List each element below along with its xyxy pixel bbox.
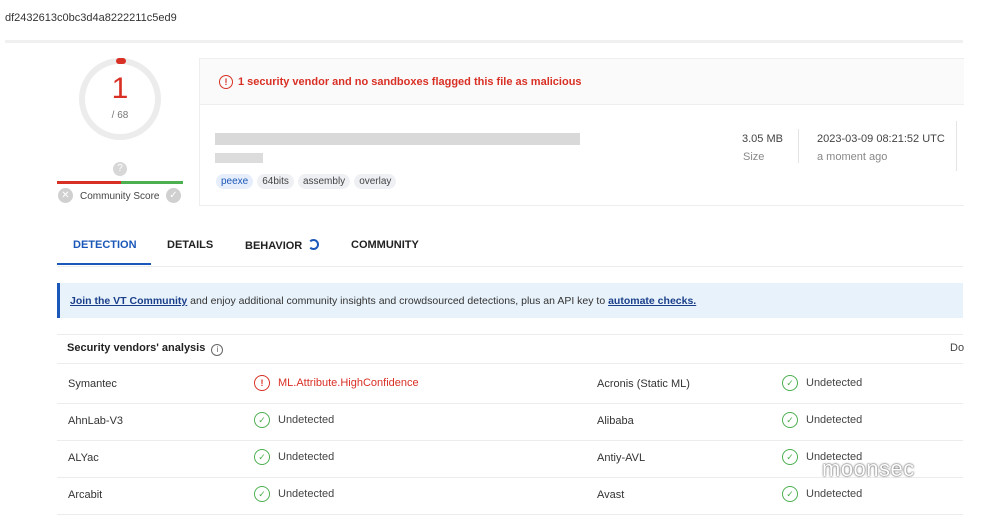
vendors-table-title: Security vendors' analysis i [67, 342, 224, 356]
community-score-icon: ? [113, 162, 127, 176]
table-row: Arcabit ✓ Undetected Avast ✓ Undetected [57, 477, 963, 515]
file-tags: peexe 64bits assembly overlay [216, 174, 397, 189]
check-icon: ✓ [254, 486, 270, 502]
divider [956, 121, 957, 171]
check-icon: ✓ [782, 412, 798, 428]
watermark: moonsec [822, 456, 915, 481]
redacted-file-name [215, 133, 580, 145]
detection-count: 1 [111, 72, 129, 105]
vendor-name: Avast [597, 489, 625, 501]
table-row: Symantec ! ML.Attribute.HighConfidence Ac… [57, 366, 963, 404]
check-icon: ✓ [254, 412, 270, 428]
vendor-result-label: Undetected [806, 488, 863, 500]
vendor-result: ! ML.Attribute.HighConfidence [254, 375, 419, 391]
tag-overlay[interactable]: overlay [354, 174, 397, 189]
tag-assembly[interactable]: assembly [297, 174, 351, 189]
header-divider [5, 40, 963, 43]
file-hash: df2432613c0bc3d4a8222211c5ed9 [5, 12, 177, 24]
report-tabs: DETECTION DETAILS BEHAVIOR COMMUNITY [57, 230, 963, 267]
vendor-result: ✓ Undetected [254, 412, 334, 428]
file-size-label: Size [743, 151, 765, 163]
vendor-result: ✓ Undetected [254, 449, 334, 465]
community-score-label: Community Score [80, 191, 160, 202]
vendor-name: Symantec [68, 378, 117, 390]
vendor-name: Arcabit [68, 489, 103, 501]
tab-community[interactable]: COMMUNITY [351, 239, 419, 251]
community-banner: Join the VT Community and enjoy addition… [57, 283, 963, 318]
divider [798, 129, 799, 163]
file-summary-card: ! 1 security vendor and no sandboxes fla… [199, 58, 964, 206]
check-icon: ✓ [782, 449, 798, 465]
vendors-table-title-text: Security vendors' analysis [67, 342, 206, 354]
vendor-name: ALYac [68, 452, 99, 464]
vote-harmless-button[interactable]: ✓ [166, 188, 181, 203]
vendor-result-label: Undetected [278, 488, 335, 500]
community-score-bar [57, 181, 183, 184]
vendor-result: ✓ Undetected [782, 486, 862, 502]
tag-peexe[interactable]: peexe [216, 174, 254, 189]
info-icon[interactable]: i [211, 344, 224, 356]
redacted-file-name-line2 [215, 153, 263, 163]
vendor-name: AhnLab-V3 [68, 415, 124, 427]
analysis-date-relative: a moment ago [817, 151, 888, 163]
banner-body-text: and enjoy additional community insights … [187, 295, 609, 307]
tab-behavior-label: BEHAVIOR [245, 240, 303, 252]
vendor-result-label: Undetected [806, 377, 863, 389]
loading-spinner-icon [308, 239, 320, 250]
tab-detection[interactable]: DETECTION [73, 239, 137, 251]
banner-text: Join the VT Community and enjoy addition… [70, 295, 696, 307]
vendor-result-label: Undetected [806, 414, 863, 426]
score-indicator [116, 58, 126, 64]
vendor-name: Acronis (Static ML) [597, 378, 690, 390]
total-engines: / 68 [111, 110, 129, 121]
table-row: AhnLab-V3 ✓ Undetected Alibaba ✓ Undetecte… [57, 403, 963, 441]
alert-text: 1 security vendor and no sandboxes flagg… [238, 76, 582, 88]
vendor-result-label: ML.Attribute.HighConfidence [278, 377, 419, 389]
alert-bar: ! 1 security vendor and no sandboxes fla… [200, 59, 964, 105]
vendors-table-header: Security vendors' analysis i Do [57, 334, 964, 364]
vendor-result: ✓ Undetected [254, 486, 334, 502]
vendor-name: Antiy-AVL [597, 452, 646, 464]
vendors-table-action[interactable]: Do [950, 342, 964, 354]
vendor-result: ✓ Undetected [782, 412, 862, 428]
check-icon: ✓ [254, 449, 270, 465]
analysis-date-value: 2023-03-09 08:21:52 UTC [817, 133, 945, 145]
join-community-link[interactable]: Join the VT Community [70, 295, 187, 307]
vendor-name: Alibaba [597, 415, 634, 427]
alert-icon: ! [219, 75, 233, 89]
vendor-result-label: Undetected [278, 414, 335, 426]
vote-harmful-button[interactable]: ✕ [58, 188, 73, 203]
vendor-result-label: Undetected [278, 451, 335, 463]
malicious-alert-icon: ! [254, 375, 270, 391]
check-icon: ✓ [782, 375, 798, 391]
file-size-value: 3.05 MB [742, 133, 783, 145]
vendor-result: ✓ Undetected [782, 375, 862, 391]
automate-checks-link[interactable]: automate checks. [608, 295, 696, 307]
tab-details[interactable]: DETAILS [167, 239, 213, 251]
active-tab-indicator [57, 263, 151, 265]
detection-score-gauge: 1 / 68 [79, 58, 161, 140]
tag-64bits[interactable]: 64bits [257, 174, 294, 189]
check-icon: ✓ [782, 486, 798, 502]
tab-behavior[interactable]: BEHAVIOR [245, 239, 320, 252]
